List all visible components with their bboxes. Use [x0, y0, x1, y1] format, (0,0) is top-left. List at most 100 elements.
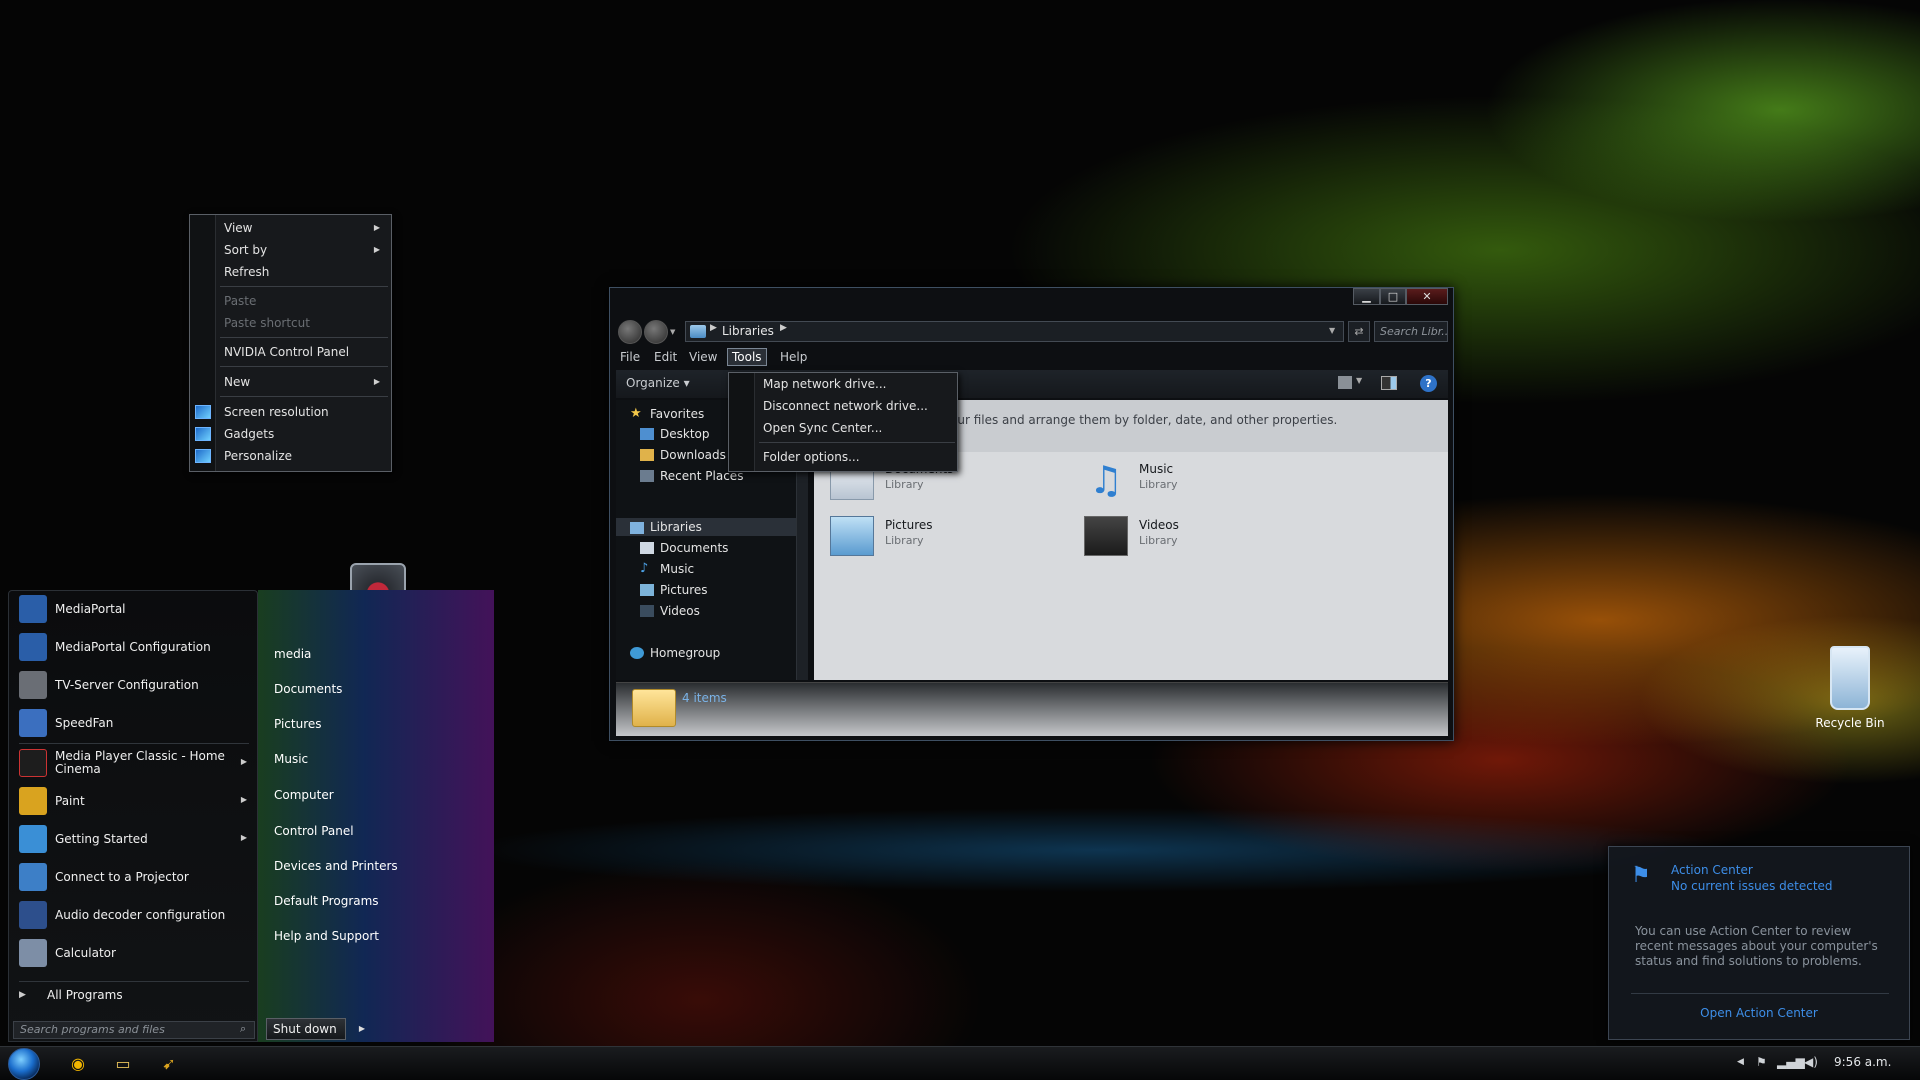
place-media[interactable]: media — [274, 644, 311, 664]
library-pictures[interactable]: Pictures Library — [830, 516, 1070, 560]
personalize-icon — [195, 449, 211, 463]
place-control-panel[interactable]: Control Panel — [274, 821, 354, 841]
program-label: MediaPortal Configuration — [55, 639, 211, 654]
tools-folder-options[interactable]: Folder options... — [763, 447, 953, 467]
place-documents[interactable]: Documents — [274, 679, 342, 699]
chrome-icon[interactable]: ◉ — [67, 1054, 89, 1074]
speedfan-icon — [19, 709, 47, 737]
menu-edit[interactable]: Edit — [650, 348, 681, 366]
nav-homegroup[interactable]: Homegroup — [650, 643, 720, 663]
clock[interactable]: 9:56 a.m. — [1834, 1055, 1891, 1069]
item-count: 4 items — [682, 691, 727, 705]
menu-view[interactable]: View — [685, 348, 721, 366]
menu-tools[interactable]: Tools — [727, 348, 767, 366]
address-bar[interactable]: ▶ Libraries ▶ ▼ — [685, 321, 1344, 342]
menu-help[interactable]: Help — [776, 348, 811, 366]
open-action-center-link[interactable]: Open Action Center — [1609, 1006, 1909, 1020]
nav-pictures[interactable]: Pictures — [660, 580, 708, 600]
program-getting-started[interactable]: Getting Started ▶ — [13, 821, 255, 857]
program-speedfan[interactable]: SpeedFan — [13, 705, 255, 741]
view-dropdown-icon[interactable]: ▼ — [1356, 376, 1362, 385]
program-label: Paint — [55, 793, 85, 808]
refresh-icon[interactable]: ⇄ — [1348, 321, 1370, 342]
library-videos[interactable]: Videos Library — [1084, 516, 1324, 560]
recycle-bin-icon — [1830, 646, 1870, 710]
nav-downloads[interactable]: Downloads — [660, 445, 726, 465]
breadcrumb-arrow-icon[interactable]: ▶ — [780, 323, 787, 333]
desktop-icon — [640, 428, 654, 440]
submenu-arrow-icon[interactable]: ▶ — [241, 833, 247, 842]
documents-icon — [640, 542, 654, 554]
ctx-gadgets[interactable]: Gadgets — [224, 424, 384, 444]
program-mpc-hc[interactable]: Media Player Classic - Home Cinema ▶ — [13, 745, 255, 781]
address-dropdown-icon[interactable]: ▼ — [1329, 326, 1335, 335]
ctx-nvidia-control-panel[interactable]: NVIDIA Control Panel — [224, 342, 384, 362]
nav-favorites[interactable]: Favorites — [650, 404, 704, 424]
tools-disconnect-network-drive[interactable]: Disconnect network drive... — [763, 396, 953, 416]
ctx-refresh[interactable]: Refresh — [224, 262, 384, 282]
nav-videos[interactable]: Videos — [660, 601, 700, 621]
breadcrumb-arrow-icon[interactable]: ▶ — [710, 323, 717, 333]
ctx-personalize[interactable]: Personalize — [224, 446, 384, 466]
maximize-button[interactable]: □ — [1380, 288, 1406, 305]
program-calculator[interactable]: Calculator — [13, 935, 255, 971]
forward-button[interactable] — [644, 320, 668, 344]
volume-icon[interactable]: ◀) — [1804, 1055, 1818, 1069]
library-music[interactable]: ♫ Music Library — [1084, 460, 1324, 504]
place-music[interactable]: Music — [274, 749, 308, 769]
menu-separator — [220, 286, 388, 287]
help-icon[interactable]: ? — [1420, 375, 1437, 392]
program-audio-decoder-configuration[interactable]: Audio decoder configuration — [13, 897, 255, 933]
change-view-icon[interactable] — [1338, 376, 1352, 389]
shutdown-options-arrow-icon[interactable]: ▶ — [353, 1019, 371, 1039]
program-paint[interactable]: Paint ▶ — [13, 783, 255, 819]
shutdown-button[interactable]: Shut down ▶ — [266, 1018, 365, 1040]
program-connect-to-projector[interactable]: Connect to a Projector — [13, 859, 255, 895]
pinned-app-icon[interactable]: ➹ — [158, 1054, 180, 1074]
search-programs-input[interactable]: Search programs and files — [13, 1021, 255, 1039]
preview-pane-icon[interactable] — [1381, 376, 1397, 390]
nav-desktop[interactable]: Desktop — [660, 424, 710, 444]
tools-open-sync-center[interactable]: Open Sync Center... — [763, 418, 953, 438]
place-pictures[interactable]: Pictures — [274, 714, 322, 734]
submenu-arrow-icon[interactable]: ▶ — [241, 795, 247, 804]
recent-pages-dropdown-icon[interactable]: ▼ — [670, 328, 675, 336]
minimize-button[interactable]: ▁ — [1353, 288, 1380, 305]
all-programs-button[interactable]: ▶ All Programs — [19, 987, 249, 1007]
program-tv-server-configuration[interactable]: TV-Server Configuration — [13, 667, 255, 703]
nav-documents[interactable]: Documents — [660, 538, 728, 558]
start-button[interactable] — [8, 1048, 40, 1080]
search-input[interactable]: Search Libr... — [1374, 321, 1448, 342]
place-devices-and-printers[interactable]: Devices and Printers — [274, 856, 398, 876]
explorer-icon[interactable]: ▭ — [112, 1054, 134, 1074]
show-hidden-icons-icon[interactable]: ◀ — [1737, 1057, 1744, 1067]
close-button[interactable]: ✕ — [1406, 288, 1448, 305]
network-icon[interactable]: ▂▄▆ — [1777, 1055, 1805, 1069]
program-mediaportal-configuration[interactable]: MediaPortal Configuration — [13, 629, 255, 665]
submenu-arrow-icon[interactable]: ▶ — [241, 757, 247, 766]
recycle-bin[interactable]: Recycle Bin — [1812, 646, 1888, 736]
breadcrumb-libraries[interactable]: Libraries — [722, 324, 774, 338]
action-center-tray-icon[interactable]: ⚑ — [1756, 1055, 1767, 1069]
nav-music[interactable]: Music — [660, 559, 694, 579]
search-icon[interactable]: ⌕ — [240, 1022, 246, 1036]
ctx-new[interactable]: New ▶ — [224, 372, 384, 392]
menu-file[interactable]: File — [616, 348, 644, 366]
calculator-icon — [19, 939, 47, 967]
place-default-programs[interactable]: Default Programs — [274, 891, 379, 911]
ctx-screen-resolution[interactable]: Screen resolution — [224, 402, 384, 422]
place-computer[interactable]: Computer — [274, 785, 334, 805]
place-help-and-support[interactable]: Help and Support — [274, 926, 379, 946]
recent-places-icon — [640, 470, 654, 482]
tools-map-network-drive[interactable]: Map network drive... — [763, 374, 953, 394]
ctx-paste-shortcut[interactable]: Paste shortcut — [224, 313, 384, 333]
program-mediaportal[interactable]: MediaPortal — [13, 591, 255, 627]
nav-libraries[interactable]: Libraries — [650, 517, 702, 537]
all-programs-arrow-icon: ▶ — [19, 990, 26, 1000]
ctx-view[interactable]: View ▶ — [224, 218, 384, 238]
ctx-paste[interactable]: Paste — [224, 291, 384, 311]
libraries-folder-icon — [690, 325, 706, 338]
back-button[interactable] — [618, 320, 642, 344]
organize-button[interactable]: Organize ▾ — [626, 376, 690, 390]
ctx-sort-by[interactable]: Sort by ▶ — [224, 240, 384, 260]
